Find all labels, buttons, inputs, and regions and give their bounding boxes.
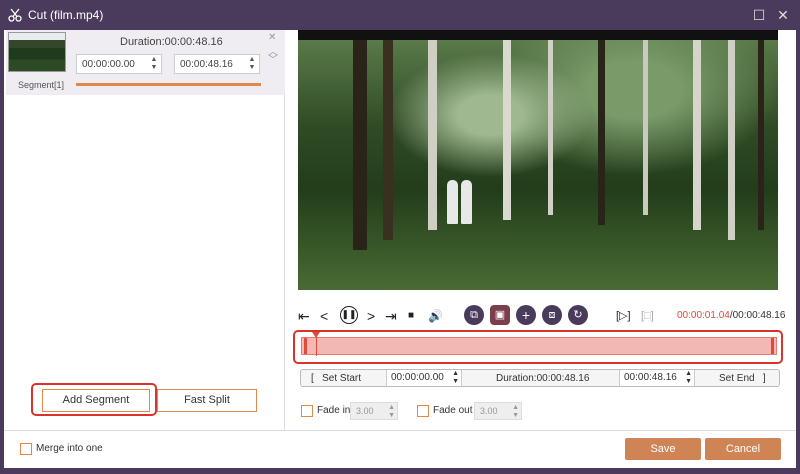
merge-checkbox[interactable] — [20, 443, 32, 455]
merge-label: Merge into one — [36, 443, 103, 454]
scissors-icon — [8, 8, 22, 22]
segment-duration: Duration:00:00:48.16 — [120, 36, 223, 48]
segment-panel: Duration:00:00:48.16 00:00:00.00 ▲ ▼ 00:0… — [4, 30, 285, 430]
copy-segment-icon[interactable]: ▣ — [490, 305, 510, 325]
end-stepper[interactable]: ▲ ▼ — [247, 56, 257, 72]
end-time-stepper[interactable]: ▲ ▼ — [685, 370, 692, 386]
start-time-stepper[interactable]: ▲ ▼ — [452, 370, 459, 386]
fade-out-input[interactable]: 3.00 ▲ ▼ — [474, 402, 522, 420]
window-title: Cut (film.mp4) — [28, 8, 104, 22]
cancel-button[interactable]: Cancel — [705, 438, 781, 460]
end-time-input[interactable]: 00:00:48.16 ▲ ▼ — [619, 370, 695, 386]
save-button[interactable]: Save — [625, 438, 701, 460]
close-button[interactable]: ✕ — [774, 6, 792, 24]
add-icon[interactable]: + — [516, 305, 536, 325]
segment-range-bar — [76, 83, 261, 86]
fast-split-button[interactable]: Fast Split — [157, 389, 257, 412]
start-stepper[interactable]: ▲ ▼ — [149, 56, 159, 72]
stop-icon[interactable]: ■ — [408, 308, 414, 324]
fade-in-input[interactable]: 3.00 ▲ ▼ — [350, 402, 398, 420]
fade-out-label: Fade out — [433, 405, 473, 416]
fade-in-stepper[interactable]: ▲ ▼ — [388, 404, 395, 420]
title-bar: Cut (film.mp4) ☐ ✕ — [0, 0, 800, 30]
go-to-start-icon[interactable]: ⇤ — [298, 308, 310, 324]
previous-frame-icon[interactable]: < — [320, 308, 328, 324]
split-icon[interactable]: ⧉ — [464, 305, 484, 325]
start-handle[interactable] — [304, 338, 307, 354]
cut-dialog: Duration:00:00:48.16 00:00:00.00 ▲ ▼ 00:0… — [4, 30, 796, 468]
reset-icon[interactable]: ↻ — [568, 305, 588, 325]
fade-in-checkbox[interactable] — [301, 405, 313, 417]
app-window: Cut (film.mp4) ☐ ✕ Duration:00:00:48.16 … — [0, 0, 800, 474]
set-start-button[interactable]: [ Set Start — [311, 373, 361, 384]
dialog-footer: Merge into one Save Cancel — [4, 430, 796, 468]
range-duration: Duration:00:00:48.16 — [496, 373, 590, 384]
playhead[interactable] — [312, 332, 320, 356]
segment-name: Segment[1] — [18, 80, 65, 90]
preview-segment-icon[interactable]: [□] — [641, 308, 654, 324]
add-segment-button[interactable]: Add Segment — [42, 389, 150, 412]
set-range-row: [ Set Start 00:00:00.00 ▲ ▼ Duration:00:0… — [300, 369, 780, 387]
video-preview[interactable] — [298, 30, 778, 290]
playback-controls: ⇤ < ❚❚ > ⇥ ■ 🔊 ⧉ ▣ + ⧈ ↻ [▷] [□] 00:00:0… — [298, 305, 788, 329]
delete-segment-icon[interactable]: ✕ — [268, 32, 276, 43]
volume-icon[interactable]: 🔊 — [428, 308, 443, 324]
figures — [445, 180, 475, 224]
timeline-range[interactable] — [301, 332, 777, 356]
next-frame-icon[interactable]: > — [367, 308, 375, 324]
video-frame — [298, 40, 778, 290]
segment-thumbnail — [8, 32, 66, 72]
pause-icon[interactable]: ❚❚ — [340, 306, 358, 324]
segment-end-input[interactable]: 00:00:48.16 ▲ ▼ — [174, 54, 260, 74]
go-to-end-icon[interactable]: ⇥ — [385, 308, 397, 324]
segment-start-input[interactable]: 00:00:00.00 ▲ ▼ — [76, 54, 162, 74]
fade-in-label: Fade in — [317, 405, 351, 416]
segment-card[interactable]: Duration:00:00:48.16 00:00:00.00 ▲ ▼ 00:0… — [6, 30, 285, 95]
start-time-input[interactable]: 00:00:00.00 ▲ ▼ — [386, 370, 462, 386]
duplicate-icon[interactable]: ⧈ — [542, 305, 562, 325]
end-handle[interactable] — [771, 338, 774, 354]
move-down-icon[interactable]: ﹀ — [268, 51, 278, 66]
play-segment-icon[interactable]: [▷] — [616, 308, 631, 324]
set-end-button[interactable]: Set End ] — [719, 373, 766, 384]
fade-out-checkbox[interactable] — [417, 405, 429, 417]
maximize-button[interactable]: ☐ — [750, 6, 768, 24]
fade-out-stepper[interactable]: ▲ ▼ — [512, 404, 519, 420]
time-readout: 00:00:01.04/00:00:48.16 — [677, 310, 786, 321]
